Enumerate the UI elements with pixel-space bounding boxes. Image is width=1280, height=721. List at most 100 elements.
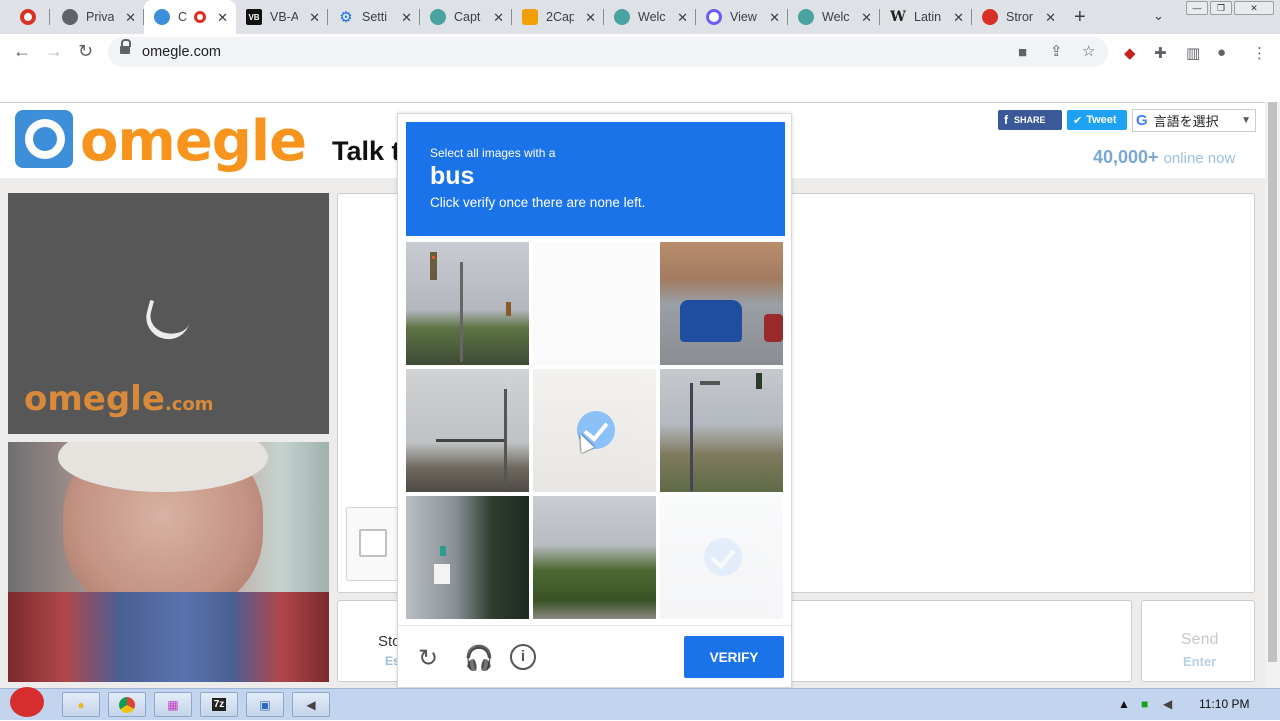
tab-private[interactable]: Priva ✕ bbox=[52, 0, 144, 34]
facebook-share-button[interactable]: f SHARE bbox=[998, 110, 1062, 130]
share-icon[interactable]: ⇪ bbox=[1050, 42, 1063, 60]
extensions-puzzle-icon[interactable]: ✚ bbox=[1154, 44, 1167, 62]
tab-capt[interactable]: Capt ✕ bbox=[420, 0, 512, 34]
camera-icon[interactable]: ■ bbox=[1018, 44, 1027, 61]
browser-toolbar: ← → ↻ omegle.com ■ ⇪ ☆ ◆ ✚ ▥ ● ⋮ bbox=[0, 34, 1280, 70]
tab-strip: Priva ✕ C ✕ VB VB-A ✕ ⚙ Setti ✕ Capt ✕ 2… bbox=[0, 0, 1280, 34]
maximize-button[interactable]: ❐ bbox=[1210, 1, 1232, 15]
captcha-tile-3[interactable] bbox=[660, 242, 783, 365]
tab-view[interactable]: View ✕ bbox=[696, 0, 788, 34]
capt-icon bbox=[614, 9, 630, 25]
taskbar-network-button[interactable]: ▣ bbox=[246, 692, 284, 717]
online-count: 40,000+ online now bbox=[1093, 147, 1236, 167]
captcha-tile-7[interactable] bbox=[406, 496, 529, 619]
close-tab-icon[interactable]: ✕ bbox=[769, 10, 780, 26]
minimize-button[interactable]: — bbox=[1186, 1, 1208, 15]
app-icon: ▦ bbox=[167, 697, 179, 712]
menu-kebab-icon[interactable]: ⋮ bbox=[1252, 44, 1267, 62]
close-tab-icon[interactable]: ✕ bbox=[493, 10, 504, 26]
video-watermark: omegle.com bbox=[24, 379, 214, 419]
back-button[interactable]: ← bbox=[13, 41, 31, 62]
clock[interactable]: 11:10 PM bbox=[1199, 697, 1249, 711]
captcha-tile-9[interactable] bbox=[660, 496, 783, 619]
network-icon: ▣ bbox=[259, 697, 271, 712]
tray-up-arrow-icon[interactable]: ▲ bbox=[1118, 697, 1130, 711]
close-tab-icon[interactable]: ✕ bbox=[125, 10, 136, 26]
tab-stror[interactable]: Stror ✕ bbox=[972, 0, 1064, 34]
page-tagline: Talk t bbox=[332, 136, 401, 166]
omegle-icon bbox=[154, 9, 170, 25]
tab-2cap[interactable]: 2Cap ✕ bbox=[512, 0, 604, 34]
refresh-icon[interactable]: ↻ bbox=[418, 644, 438, 673]
verify-button[interactable]: VERIFY bbox=[684, 636, 784, 678]
close-tab-icon[interactable]: ✕ bbox=[677, 10, 688, 26]
tweet-button[interactable]: ✔ Tweet bbox=[1067, 110, 1127, 130]
close-tab-icon[interactable]: ✕ bbox=[861, 10, 872, 26]
captcha-tile-5[interactable] bbox=[533, 369, 656, 492]
taskbar-7zip-button[interactable]: 7z bbox=[200, 692, 238, 717]
close-tab-icon[interactable]: ✕ bbox=[309, 10, 320, 26]
lock-icon bbox=[120, 39, 131, 56]
record-icon bbox=[20, 9, 36, 25]
tab-vb[interactable]: VB VB-A ✕ bbox=[236, 0, 328, 34]
bookmark-star-icon[interactable]: ☆ bbox=[1082, 42, 1095, 60]
chrome-icon bbox=[119, 696, 135, 713]
tab-search-icon[interactable]: ⌄ bbox=[1153, 8, 1164, 24]
address-bar[interactable]: omegle.com ■ ⇪ ☆ bbox=[108, 37, 1108, 67]
captcha-tile-8[interactable] bbox=[533, 496, 656, 619]
speaker-icon: ◀ bbox=[306, 697, 316, 712]
language-select[interactable]: G 言語を選択 ▼ bbox=[1132, 109, 1256, 132]
close-tab-icon[interactable]: ✕ bbox=[217, 10, 228, 26]
recording-dot-icon bbox=[194, 11, 206, 23]
captcha-challenge: Select all images with a bus Click verif… bbox=[397, 113, 792, 688]
windows-taskbar: ● ▦ 7z ▣ ◀ ▲ ■ ◀ 11:10 PM bbox=[0, 687, 1280, 720]
taskbar-volume-button[interactable]: ◀ bbox=[292, 692, 330, 717]
side-panel-icon[interactable]: ▥ bbox=[1186, 44, 1200, 62]
close-tab-icon[interactable]: ✕ bbox=[953, 10, 964, 26]
headphones-icon[interactable]: 🎧 bbox=[464, 644, 494, 673]
tab-welcome-2[interactable]: Welc ✕ bbox=[788, 0, 880, 34]
captcha-tile-6[interactable] bbox=[660, 369, 783, 492]
facebook-icon: f bbox=[1004, 113, 1008, 127]
info-icon[interactable]: i bbox=[510, 644, 536, 670]
challenge-target: bus bbox=[430, 162, 475, 190]
chevron-down-icon: ▼ bbox=[1241, 115, 1251, 126]
taskbar-chrome-button[interactable] bbox=[108, 692, 146, 717]
page-scrollbar[interactable] bbox=[1265, 102, 1280, 688]
message-input[interactable] bbox=[790, 600, 1132, 682]
new-tab-button[interactable]: + bbox=[1074, 6, 1086, 29]
globe-icon bbox=[62, 9, 78, 25]
captcha-tile-4[interactable] bbox=[406, 369, 529, 492]
gear-icon: ⚙ bbox=[339, 9, 353, 26]
tab-settings[interactable]: ⚙ Setti ✕ bbox=[328, 0, 420, 34]
close-tab-icon[interactable]: ✕ bbox=[401, 10, 412, 26]
send-button[interactable]: Send Enter bbox=[1141, 600, 1255, 682]
self-video bbox=[8, 442, 329, 682]
tab-record[interactable] bbox=[10, 0, 50, 34]
tray-green-icon[interactable]: ■ bbox=[1141, 697, 1148, 711]
recaptcha-checkbox[interactable] bbox=[359, 529, 387, 557]
loading-spinner-icon bbox=[141, 299, 193, 345]
start-button[interactable] bbox=[4, 683, 48, 721]
tray-muted-speaker-icon[interactable]: ◀ bbox=[1163, 697, 1172, 711]
forward-button[interactable]: → bbox=[45, 41, 63, 62]
reload-button[interactable]: ↻ bbox=[78, 41, 93, 62]
selected-check-icon bbox=[704, 538, 742, 576]
close-tab-icon[interactable]: ✕ bbox=[585, 10, 596, 26]
taskbar-explorer-button[interactable]: ● bbox=[62, 692, 100, 717]
profile-avatar-icon[interactable]: ● bbox=[1217, 44, 1226, 61]
extension-shield-icon[interactable]: ◆ bbox=[1124, 44, 1136, 62]
stranger-video: omegle.com bbox=[8, 193, 329, 434]
wikipedia-icon: W bbox=[890, 9, 906, 25]
omegle-logo-icon bbox=[15, 110, 73, 168]
tab-omegle[interactable]: C ✕ bbox=[144, 0, 236, 34]
captcha-tile-1[interactable] bbox=[406, 242, 529, 365]
view-icon bbox=[706, 9, 722, 25]
tab-latin[interactable]: W Latin ✕ bbox=[880, 0, 972, 34]
close-tab-icon[interactable]: ✕ bbox=[1045, 10, 1056, 26]
captcha-tile-2[interactable] bbox=[533, 242, 656, 365]
vb-icon: VB bbox=[246, 9, 262, 25]
tab-welcome-1[interactable]: Welc ✕ bbox=[604, 0, 696, 34]
close-window-button[interactable]: ✕ bbox=[1234, 1, 1274, 15]
taskbar-app-button[interactable]: ▦ bbox=[154, 692, 192, 717]
